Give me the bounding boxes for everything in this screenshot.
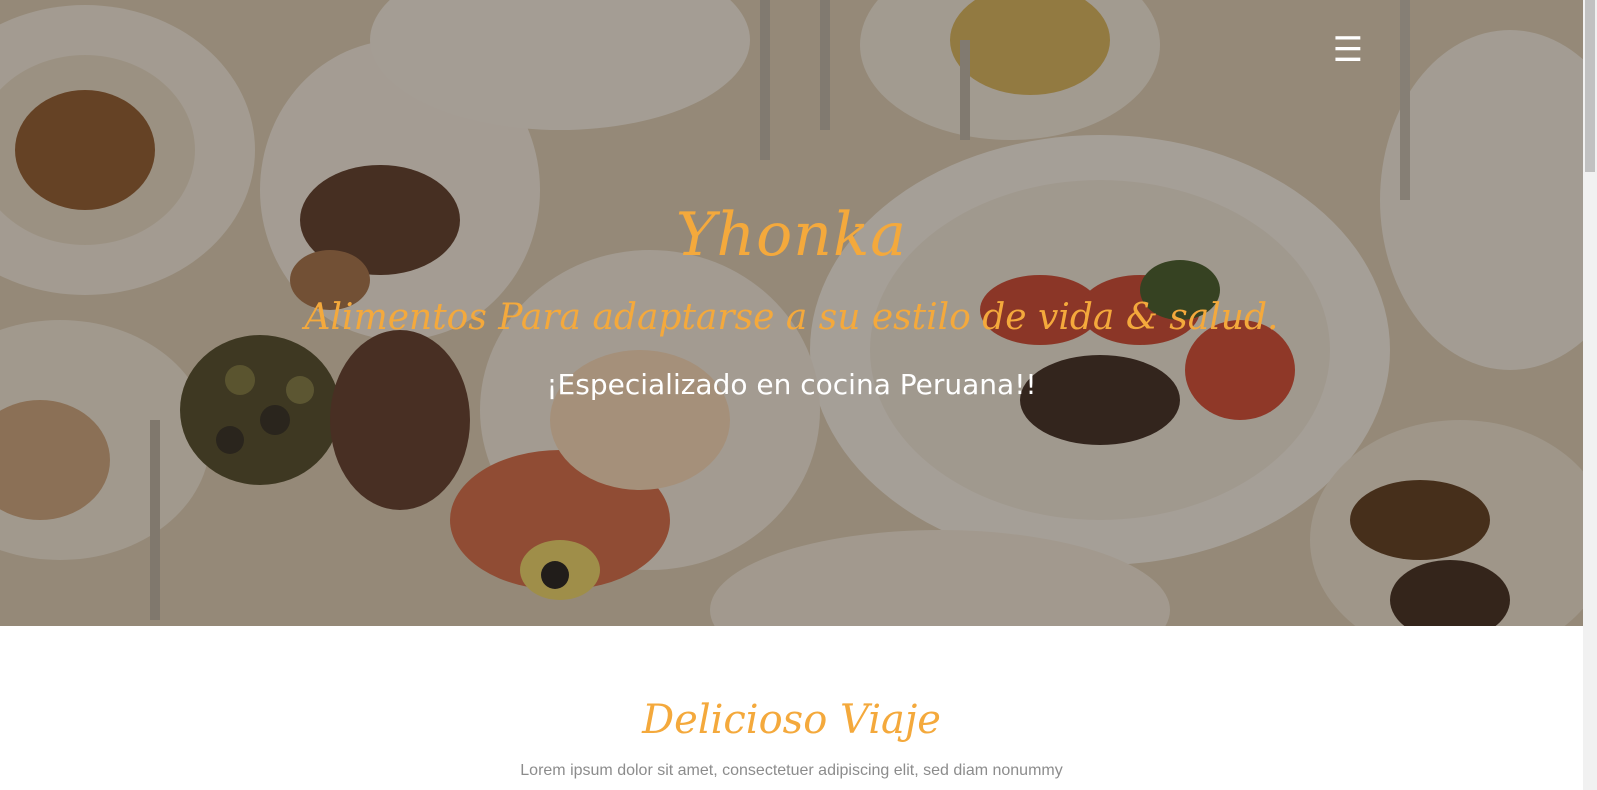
hero-specialty: ¡Especializado en cocina Peruana!! — [546, 368, 1037, 401]
scrollbar-thumb[interactable] — [1585, 0, 1595, 172]
page-scrollbar[interactable] — [1583, 0, 1597, 790]
menu-toggle-button[interactable]: ☰ — [1328, 30, 1368, 70]
hero-banner: ☰ Yhonka Alimentos Para adaptarse a su e… — [0, 0, 1583, 626]
hero-tagline: Alimentos Para adaptarse a su estilo de … — [304, 297, 1279, 338]
section-description: Lorem ipsum dolor sit amet, consectetuer… — [520, 762, 1063, 779]
section-title: Delicioso Viaje — [642, 697, 941, 743]
brand-title: Yhonka — [675, 200, 908, 270]
hamburger-menu-icon: ☰ — [1332, 30, 1364, 70]
